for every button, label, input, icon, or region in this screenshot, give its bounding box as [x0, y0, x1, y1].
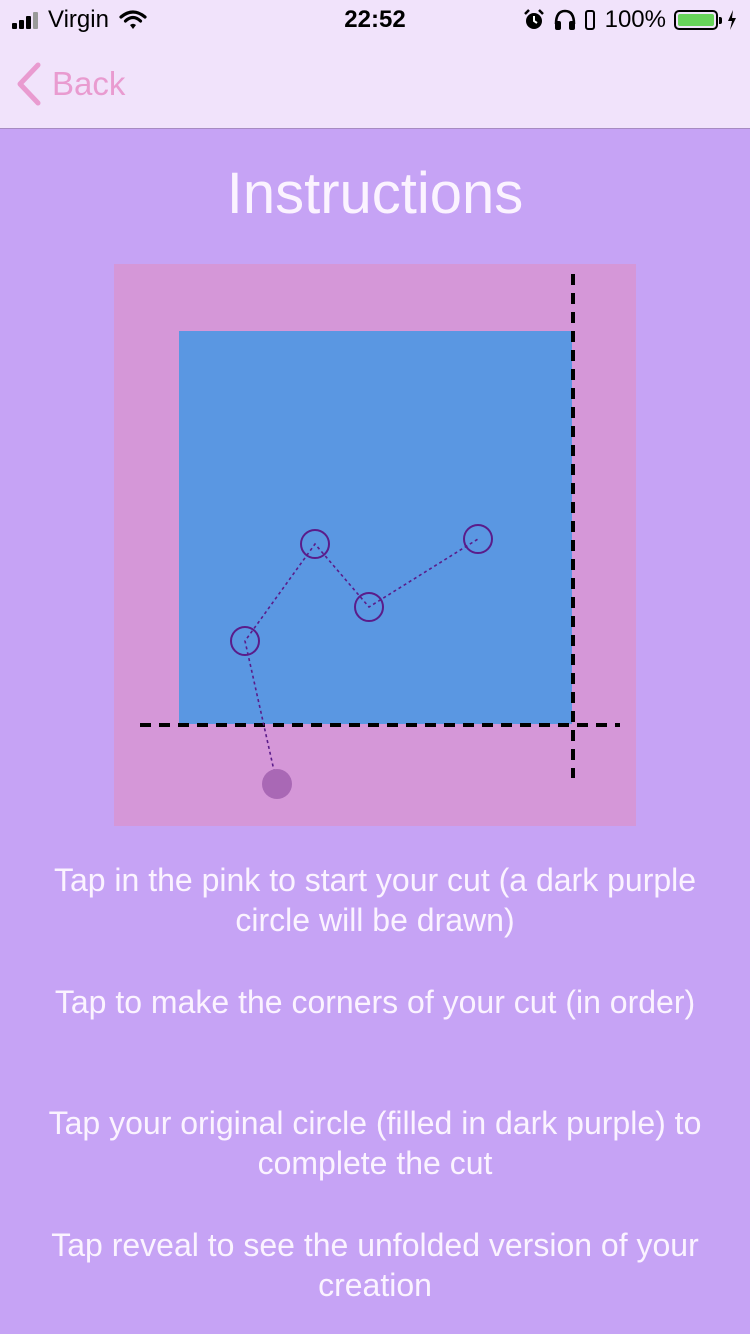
battery-level — [678, 14, 714, 26]
folded-square — [179, 331, 572, 724]
back-label: Back — [52, 65, 126, 102]
charging-icon — [728, 10, 736, 30]
status-right: 100% — [515, 6, 738, 34]
instruction-step-3: Tap your original circle (filled in dark… — [48, 1105, 702, 1181]
battery-tip — [719, 17, 722, 24]
alarm-icon — [523, 9, 544, 29]
navigation-bar: Back — [0, 40, 750, 129]
headphones-icon — [554, 9, 575, 30]
instruction-step-1: Tap in the pink to start your cut (a dar… — [53, 862, 697, 938]
orientation-lock-icon — [584, 10, 595, 30]
instruction-step-2: Tap to make the corners of your cut (in … — [54, 984, 696, 1020]
back-button[interactable]: Back — [16, 62, 125, 106]
chevron-left-icon — [17, 62, 41, 106]
instruction-diagram — [114, 264, 636, 826]
page-title: Instructions — [226, 161, 524, 226]
battery-icon — [674, 10, 722, 30]
battery-percent: 100% — [604, 6, 666, 33]
instruction-step-4: Tap reveal to see the unfolded version o… — [51, 1227, 699, 1303]
status-bar: Virgin 22:52 100% — [0, 0, 750, 40]
start-circle — [262, 769, 292, 799]
